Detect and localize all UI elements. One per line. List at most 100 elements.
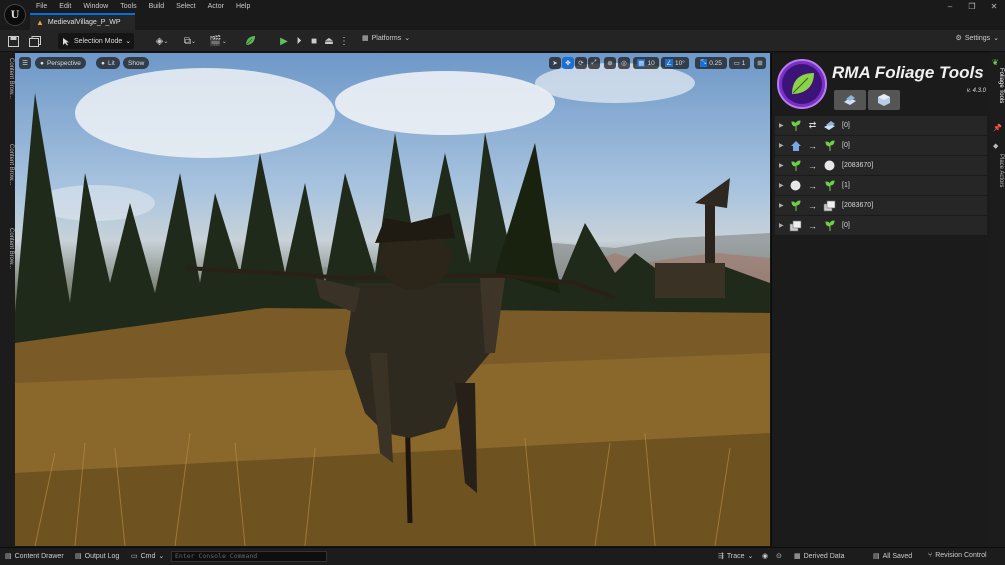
close-icon[interactable]: ✕ <box>983 0 1005 14</box>
stop-icon[interactable]: ■ <box>307 34 321 48</box>
minimize-icon[interactable]: – <box>939 0 961 14</box>
scale-snap-button[interactable]: ⤡ 0.25 <box>695 57 727 69</box>
conversion-rows: ▶ ⇄ [0] ▶ → [0] ▶ → [2083670] ▶ → [1] ▶ … <box>775 116 987 236</box>
surface-snap-icon[interactable]: ◎ <box>618 57 630 69</box>
maximize-viewport-icon[interactable]: ⊞ <box>754 57 766 69</box>
chevron-down-icon: ⌄ <box>404 35 411 42</box>
settings-dropdown[interactable]: ⚙ Settings ⌄ <box>956 34 999 43</box>
content-browser-tab-2[interactable]: Content Brow... <box>1 144 14 185</box>
chevron-down-icon: ⌄ <box>747 553 754 560</box>
menu-actor[interactable]: Actor <box>202 0 230 12</box>
menu-build[interactable]: Build <box>143 0 171 12</box>
output-log-button[interactable]: ▤ Output Log <box>75 552 119 561</box>
scale-snap-value: 0.25 <box>709 59 722 67</box>
scale-tool-icon[interactable]: ⤢ <box>588 57 600 69</box>
screenshot-icon[interactable]: ⊙ <box>776 552 782 560</box>
pin-icon[interactable]: 📌 <box>993 124 1002 132</box>
conversion-row[interactable]: ▶ → [2083670] <box>775 156 987 175</box>
show-label: Show <box>128 59 145 67</box>
step-icon[interactable]: ⏵ <box>292 34 306 48</box>
cmd-dropdown[interactable]: ▭ Cmd ⌄ <box>131 552 165 561</box>
camera-speed-button[interactable]: ▭ 1 <box>729 57 750 69</box>
main-toolbar: Selection Mode ⌄ ◈ ⌄ ⧉ ⌄ 🎬 ⌄ ▶ ⏵ ■ ⏏ ⋮ ▦ Pl… <box>0 30 1005 52</box>
rotation-snap-button[interactable]: ∠ 10° <box>661 57 689 69</box>
foliage-tools-tab[interactable]: Foliage Tools <box>991 68 1004 103</box>
menu-file[interactable]: File <box>30 0 53 12</box>
maximize-icon[interactable]: ❐ <box>961 0 983 14</box>
expand-arrow-icon[interactable]: ▶ <box>779 162 785 169</box>
menu-tools[interactable]: Tools <box>114 0 142 12</box>
mesh-stack-icon <box>823 199 836 212</box>
static-mesh-icon <box>823 119 836 132</box>
trace-dropdown[interactable]: ⇶ Trace ⌄ <box>718 552 754 561</box>
platforms-label: Platforms <box>371 34 402 42</box>
perspective-dropdown[interactable]: ● Perspective <box>35 57 86 69</box>
level-viewport[interactable]: ☰ ● Perspective ● Lit Show ➤ ✥ ⟳ ⤢ ⊕ ◎ ▦… <box>15 53 770 546</box>
camera-icon: ● <box>40 59 44 67</box>
mesh-tool-button[interactable] <box>834 90 866 110</box>
menu-window[interactable]: Window <box>77 0 114 12</box>
content-drawer-button[interactable]: ▤ Content Drawer <box>5 552 64 561</box>
level-tab[interactable]: ▲ MedievalVillage_P_WP <box>30 13 135 30</box>
menu-select[interactable]: Select <box>170 0 201 12</box>
menu-edit[interactable]: Edit <box>53 0 77 12</box>
lighting-icon: ● <box>101 59 105 67</box>
cinematics-icon[interactable]: 🎬 ⌄ <box>208 34 228 48</box>
lit-dropdown[interactable]: ● Lit <box>96 57 120 69</box>
foliage-icon <box>789 199 802 212</box>
scale-snap-icon: ⤡ <box>700 59 708 67</box>
chevron-down-icon: ⌄ <box>125 38 132 45</box>
trace-label: Trace <box>726 552 745 560</box>
conversion-row[interactable]: ▶ → [1] <box>775 176 987 195</box>
select-tool-icon[interactable]: ➤ <box>549 57 561 69</box>
save-icon[interactable] <box>6 34 20 48</box>
conversion-row[interactable]: ▶ → [0] <box>775 216 987 235</box>
expand-arrow-icon[interactable]: ▶ <box>779 182 785 189</box>
camera-speed-icon: ▭ <box>733 60 740 67</box>
show-dropdown[interactable]: Show <box>123 57 150 69</box>
chevron-down-icon: ⌄ <box>158 553 165 560</box>
add-actor-icon[interactable]: ◈ ⌄ <box>152 34 172 48</box>
actor-tool-button[interactable] <box>868 90 900 110</box>
place-actors-tab[interactable]: Place Actors <box>991 154 1004 187</box>
unreal-logo-icon[interactable]: U <box>4 4 26 26</box>
revision-control-dropdown[interactable]: ⑂ Revision Control <box>928 552 987 559</box>
settings-label: Settings <box>964 34 991 42</box>
rotate-tool-icon[interactable]: ⟳ <box>575 57 587 69</box>
foliage-mode-icon[interactable] <box>243 34 257 48</box>
foliage-tools-panel: RMA Foliage Tools v. 4.3.0 ▶ ⇄ [0] ▶ → [… <box>771 53 990 547</box>
derived-data-dropdown[interactable]: ▦ Derived Data <box>794 552 845 561</box>
viewport-options-icon[interactable]: ☰ <box>19 57 31 69</box>
play-icon[interactable]: ▶ <box>277 34 291 48</box>
platforms-dropdown[interactable]: ▦ Platforms ⌄ <box>362 34 411 43</box>
grid-snap-button[interactable]: ▦ 10 <box>633 57 659 69</box>
expand-arrow-icon[interactable]: ▶ <box>779 142 785 149</box>
expand-arrow-icon[interactable]: ▶ <box>779 122 785 129</box>
conversion-row[interactable]: ▶ → [0] <box>775 136 987 155</box>
row-value: [1] <box>842 182 850 189</box>
selection-mode-dropdown[interactable]: Selection Mode ⌄ <box>58 33 134 49</box>
blueprints-icon[interactable]: ⧉ ⌄ <box>180 34 200 48</box>
lit-label: Lit <box>107 59 115 67</box>
world-space-icon[interactable]: ⊕ <box>604 57 616 69</box>
console-input[interactable]: Enter Console Command <box>171 551 327 562</box>
record-icon[interactable]: ◉ <box>762 552 768 560</box>
content-browser-tab-1[interactable]: Content Brow... <box>1 58 14 99</box>
expand-arrow-icon[interactable]: ▶ <box>779 222 785 229</box>
conversion-row[interactable]: ▶ → [2083670] <box>775 196 987 215</box>
menu-help[interactable]: Help <box>230 0 256 12</box>
content-browser-tab-3[interactable]: Content Brow... <box>1 228 14 269</box>
more-options-icon[interactable]: ⋮ <box>337 34 351 48</box>
eject-icon[interactable]: ⏏ <box>322 34 336 48</box>
translate-tool-icon[interactable]: ✥ <box>562 57 574 69</box>
derived-data-label: Derived Data <box>803 552 845 560</box>
arrow-right-icon: → <box>808 200 817 211</box>
conversion-row[interactable]: ▶ ⇄ [0] <box>775 116 987 135</box>
all-saved-button[interactable]: ▤ All Saved <box>873 552 913 561</box>
all-saved-label: All Saved <box>882 552 913 560</box>
expand-arrow-icon[interactable]: ▶ <box>779 202 785 209</box>
content-icon[interactable] <box>28 34 42 48</box>
revision-control-label: Revision Control <box>935 552 987 559</box>
row-value: [0] <box>842 222 850 229</box>
rma-leaf-logo-icon <box>777 59 827 109</box>
